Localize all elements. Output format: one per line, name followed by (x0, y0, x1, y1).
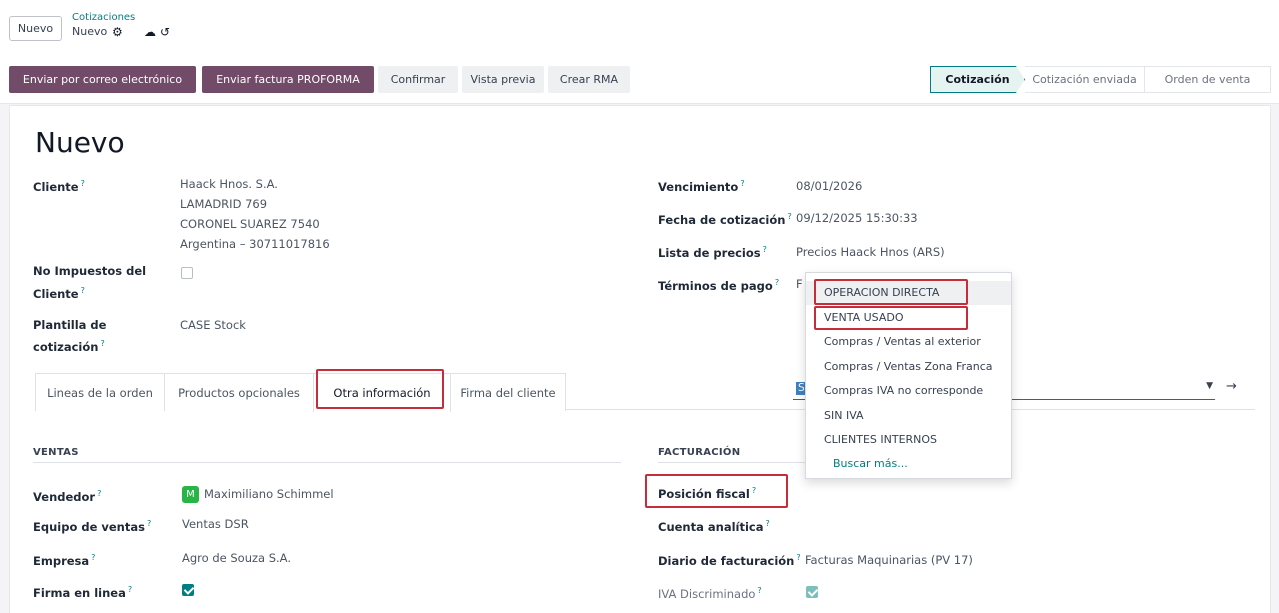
breadcrumb-current: Nuevo (72, 25, 108, 38)
dropdown-item-iva-no-corresponde[interactable]: Compras IVA no corresponde (824, 384, 983, 397)
dropdown-item-sin-iva[interactable]: SIN IVA (824, 409, 864, 422)
tab-order-lines[interactable]: Lineas de la orden (35, 373, 165, 411)
sales-team-label: Equipo de ventas? (33, 519, 152, 534)
template-label-2: cotización? (33, 339, 105, 354)
salesperson-value[interactable]: Maximiliano Schimmel (204, 485, 334, 503)
arrow-right-icon[interactable]: → (1226, 379, 1237, 394)
template-value[interactable]: CASE Stock (180, 316, 246, 334)
no-tax-label: No Impuestos del (33, 264, 147, 278)
sales-heading: VENTAS (33, 447, 79, 458)
customer-label: Cliente? (33, 179, 85, 194)
analytic-account-label: Cuenta analítica? (658, 519, 770, 534)
status-sales-order[interactable]: Orden de venta (1145, 66, 1271, 93)
tab-other-info[interactable]: Otra información (313, 373, 451, 412)
send-email-button[interactable]: Enviar por correo electrónico (9, 66, 196, 93)
send-proforma-button[interactable]: Enviar factura PROFORMA (202, 66, 374, 93)
dropdown-item-venta-usado[interactable]: VENTA USADO (824, 311, 903, 324)
quote-date-label: Fecha de cotización? (658, 212, 792, 227)
customer-line-2: LAMADRID 769 (180, 197, 268, 211)
no-tax-checkbox[interactable] (181, 267, 193, 279)
vat-discriminated-checkbox (806, 586, 818, 598)
dropdown-item-exterior[interactable]: Compras / Ventas al exterior (824, 335, 981, 348)
confirm-button[interactable]: Confirmar (378, 66, 458, 93)
status-bar: Cotización Cotización enviada Orden de v… (930, 66, 1271, 93)
fiscal-position-dropdown: OPERACION DIRECTA VENTA USADO Compras / … (805, 272, 1012, 479)
template-label: Plantilla de (33, 318, 107, 332)
no-tax-label-2: Cliente? (33, 286, 85, 301)
top-bar: Nuevo Cotizaciones Nuevo ⚙ ☁ ↺ (0, 0, 1279, 56)
status-quotation-sent[interactable]: Cotización enviada (1025, 66, 1145, 93)
new-button[interactable]: Nuevo (9, 16, 62, 41)
pricelist-label: Lista de precios? (658, 245, 767, 260)
invoicing-divider (658, 462, 806, 463)
due-label: Vencimiento? (658, 179, 745, 194)
record-title: Nuevo (35, 126, 125, 159)
payment-terms-value[interactable]: F (796, 275, 803, 293)
control-panel: Enviar por correo electrónico Enviar fac… (0, 56, 1279, 104)
gear-icon[interactable]: ⚙ (112, 25, 123, 39)
preview-button[interactable]: Vista previa (462, 66, 544, 93)
vat-discriminated-label: IVA Discriminado? (658, 586, 762, 601)
form-sheet: Nuevo Cliente? Haack Hnos. S.A. LAMADRID… (9, 105, 1271, 613)
company-label: Empresa? (33, 553, 96, 568)
invoice-journal-value[interactable]: Facturas Maquinarias (PV 17) (805, 551, 973, 569)
sales-divider (33, 462, 621, 463)
customer-line-1[interactable]: Haack Hnos. S.A. (180, 175, 278, 193)
avatar: M (182, 486, 199, 503)
online-sign-checkbox[interactable] (182, 584, 194, 596)
caret-down-icon[interactable]: ▼ (1206, 381, 1213, 391)
invoice-journal-label: Diario de facturación? (658, 553, 801, 568)
tab-customer-signature[interactable]: Firma del cliente (450, 373, 566, 411)
dropdown-search-more[interactable]: Buscar más... (833, 457, 908, 470)
company-value[interactable]: Agro de Souza S.A. (182, 549, 291, 567)
invoicing-heading: FACTURACIÓN (658, 447, 741, 458)
dropdown-item-zona-franca[interactable]: Compras / Ventas Zona Franca (824, 360, 993, 373)
online-sign-label: Firma en linea? (33, 585, 133, 600)
salesperson-label: Vendedor? (33, 489, 102, 504)
quote-date-value[interactable]: 09/12/2025 15:30:33 (796, 209, 918, 227)
undo-icon[interactable]: ↺ (160, 25, 170, 39)
dropdown-item-operacion-directa[interactable]: OPERACION DIRECTA (824, 286, 939, 299)
pricelist-value[interactable]: Precios Haack Hnos (ARS) (796, 243, 945, 261)
tab-optional-products[interactable]: Productos opcionales (164, 373, 314, 411)
payment-terms-label: Términos de pago? (658, 278, 780, 293)
customer-line-3: CORONEL SUAREZ 7540 (180, 217, 320, 231)
customer-line-4: Argentina – 30711017816 (180, 237, 330, 251)
create-rma-button[interactable]: Crear RMA (548, 66, 630, 93)
breadcrumb-parent[interactable]: Cotizaciones (72, 12, 135, 23)
fiscal-position-label: Posición fiscal? (658, 486, 757, 501)
cloud-upload-icon[interactable]: ☁ (144, 25, 156, 39)
due-value[interactable]: 08/01/2026 (796, 177, 862, 195)
sales-team-value[interactable]: Ventas DSR (182, 515, 249, 533)
status-quotation[interactable]: Cotización (930, 66, 1025, 93)
dropdown-item-clientes-internos[interactable]: CLIENTES INTERNOS (824, 433, 937, 446)
